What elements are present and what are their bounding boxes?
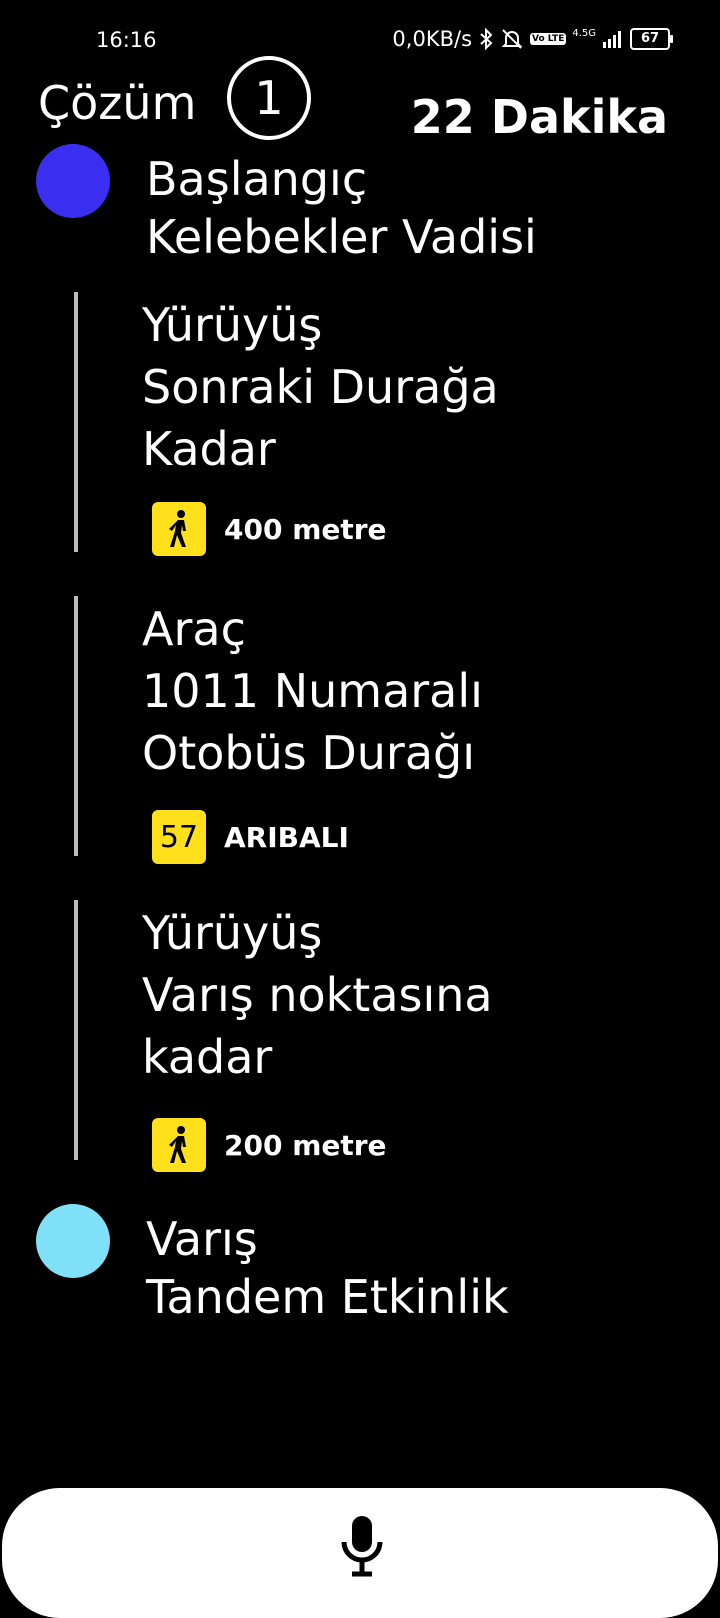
battery-icon: 67 [630,28,673,50]
voice-input-bar[interactable] [2,1488,718,1618]
route-line [74,596,78,856]
signal-icon [602,29,624,49]
bluetooth-icon [478,28,494,50]
route-line [74,292,78,552]
step-type: Yürüyüş [142,298,323,352]
network-generation: 4.5G [572,28,596,39]
status-icons: 0,0KB/s Vo LTE 4.5G 67 [392,27,673,51]
page-title: Çözüm [38,76,197,130]
step-walk-2: Yürüyüş Varış noktasına kadar [142,902,493,1088]
bus-line-name: ARIBALI [224,820,349,854]
route-line [74,900,78,1160]
step-walk-1: Yürüyüş Sonraki Durağa Kadar [142,294,499,480]
total-duration: 22 Dakika [410,90,668,144]
start-label: Başlangıç [146,152,368,206]
walk-distance: 200 metre [224,1128,387,1162]
bus-route-number: 57 [159,819,199,855]
walking-person-icon [152,1118,206,1172]
microphone-icon[interactable] [336,1512,388,1582]
status-time: 16:16 [96,28,157,52]
walk-distance: 400 metre [224,512,387,546]
step-description: Varış noktasına [142,968,493,1022]
network-speed: 0,0KB/s [392,27,473,51]
end-stop: Varış Tandem Etkinlik [146,1210,509,1326]
walking-person-icon [152,502,206,556]
start-node-icon [36,144,110,218]
start-place: Kelebekler Vadisi [146,210,537,264]
end-label: Varış [146,1212,258,1266]
status-bar: 16:16 0,0KB/s Vo LTE 4.5G 67 [0,0,720,72]
step-meta: 57 ARIBALI [152,810,349,864]
end-place: Tandem Etkinlik [146,1270,509,1324]
step-description: kadar [142,1030,273,1084]
step-description: Sonraki Durağa [142,360,499,414]
bus-route-badge: 57 [152,810,206,864]
start-stop: Başlangıç Kelebekler Vadisi [146,150,537,266]
end-node-icon [36,1204,110,1278]
step-type: Araç [142,602,246,656]
step-description: Kadar [142,422,276,476]
volte-badge: Vo LTE [530,33,567,45]
step-vehicle: Araç 1011 Numaralı Otobüs Durağı [142,598,483,784]
step-type: Yürüyüş [142,906,323,960]
step-meta: 200 metre [152,1118,387,1172]
step-description: 1011 Numaralı [142,664,483,718]
step-description: Otobüs Durağı [142,726,475,780]
solution-number-badge[interactable]: 1 [227,56,311,140]
step-meta: 400 metre [152,502,387,556]
bell-muted-icon [500,27,524,51]
